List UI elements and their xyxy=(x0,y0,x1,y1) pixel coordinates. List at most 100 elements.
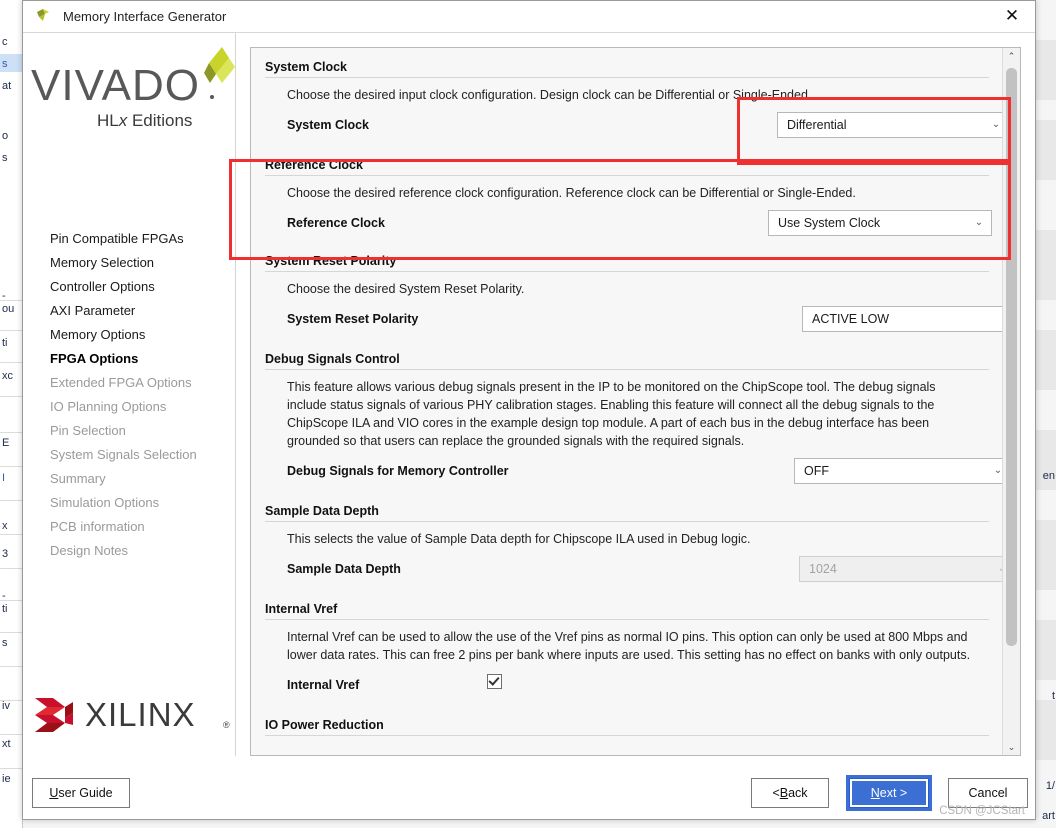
background-text-fragment: 1/ xyxy=(1045,780,1055,792)
sidebar-item-system-signals-selection: System Signals Selection xyxy=(50,447,197,462)
section-description: Choose the desired System Reset Polarity… xyxy=(287,282,525,296)
scrollbar-thumb[interactable] xyxy=(1006,68,1017,646)
vivado-period xyxy=(210,95,214,99)
wizard-sidebar: VIVADO HLx Editions Pin Compatible FPGAs… xyxy=(23,33,236,756)
internal-vref-checkbox[interactable] xyxy=(487,674,502,689)
background-text-fragment: x xyxy=(2,520,8,532)
back-label: ack xyxy=(788,786,808,800)
background-row-divider xyxy=(0,600,22,601)
system-clock-dropdown[interactable]: Differential ⌄ xyxy=(777,111,1003,138)
section-heading: Debug Signals Control xyxy=(265,352,400,366)
background-text-fragment: s xyxy=(2,152,8,164)
dialog-body: VIVADO HLx Editions Pin Compatible FPGAs… xyxy=(23,33,1035,756)
vivado-wordmark: VIVADO xyxy=(31,61,201,110)
sidebar-item-summary: Summary xyxy=(50,471,106,486)
background-text-fragment: ou xyxy=(2,303,15,315)
section-sample-data-depth: Sample Data Depth This selects the value… xyxy=(251,500,1003,582)
sidebar-item-fpga-options[interactable]: FPGA Options xyxy=(23,347,235,371)
user-guide-label: ser Guide xyxy=(58,786,113,800)
options-vertical-scrollbar[interactable]: ⌃ ⌄ xyxy=(1002,48,1020,755)
scroll-down-icon[interactable]: ⌄ xyxy=(1003,739,1020,755)
background-text-fragment: iv xyxy=(2,700,10,712)
background-text-fragment: s xyxy=(2,58,8,70)
section-divider xyxy=(265,175,989,176)
sidebar-item-axi-parameter[interactable]: AXI Parameter xyxy=(23,299,235,323)
section-heading: System Reset Polarity xyxy=(265,254,397,268)
background-text-fragment: xc xyxy=(2,370,13,382)
chevron-down-icon: ⌄ xyxy=(991,119,1001,130)
vivado-logo-icon xyxy=(35,8,55,25)
options-panel: System Clock Choose the desired input cl… xyxy=(236,33,1035,756)
field-label: Reference Clock xyxy=(287,215,385,230)
background-text-fragment: ti xyxy=(2,603,8,615)
sidebar-item-io-planning-options: IO Planning Options xyxy=(50,399,167,414)
sidebar-item-extended-fpga-options: Extended FPGA Options xyxy=(50,375,192,390)
dialog-title: Memory Interface Generator xyxy=(63,9,227,24)
debug-signals-dropdown[interactable]: OFF ⌄ xyxy=(794,457,1003,484)
sidebar-item-design-notes: Design Notes xyxy=(50,543,129,558)
section-internal-vref: Internal Vref Internal Vref can be used … xyxy=(251,598,1003,698)
background-text-fragment: I xyxy=(2,472,6,484)
field-label: System Clock xyxy=(287,117,369,132)
background-text-fragment: 3 xyxy=(2,548,9,560)
vivado-edition-label: HLx Editions xyxy=(97,111,193,130)
background-row-divider xyxy=(0,300,22,301)
xilinx-branding: XILINX ® xyxy=(23,682,235,756)
next-label: ext > xyxy=(879,786,908,800)
system-reset-polarity-dropdown[interactable]: ACTIVE LOW ⌄ xyxy=(802,305,1003,332)
cancel-button[interactable]: Cancel xyxy=(948,778,1028,808)
sidebar-item-memory-selection[interactable]: Memory Selection xyxy=(23,251,235,275)
field-debug-signals-memory-controller: Debug Signals for Memory Controller OFF … xyxy=(287,457,1003,484)
sidebar-item-pin-selection: Pin Selection xyxy=(50,423,126,438)
back-prefix: < xyxy=(772,786,780,800)
section-system-clock: System Clock Choose the desired input cl… xyxy=(251,56,1003,138)
background-row-divider xyxy=(0,362,22,363)
section-heading: Internal Vref xyxy=(265,602,338,616)
back-button[interactable]: < Back xyxy=(751,778,829,808)
dropdown-value: 1024 xyxy=(809,561,837,576)
watermark-text: CSDN @JCStart xyxy=(939,805,1025,817)
dropdown-value: ACTIVE LOW xyxy=(812,311,890,326)
background-row-divider xyxy=(0,330,22,331)
field-label: Sample Data Depth xyxy=(287,561,401,576)
field-label: Debug Signals for Memory Controller xyxy=(287,463,509,478)
user-guide-button[interactable]: User Guide xyxy=(32,778,130,808)
sidebar-item-controller-options[interactable]: Controller Options xyxy=(23,275,235,299)
xilinx-registered-mark: ® xyxy=(223,720,230,730)
reference-clock-dropdown[interactable]: Use System Clock ⌄ xyxy=(768,209,992,236)
field-reference-clock: Reference Clock Use System Clock ⌄ xyxy=(287,209,992,236)
chevron-down-icon: ⌄ xyxy=(993,465,1003,476)
options-content: System Clock Choose the desired input cl… xyxy=(251,48,1003,755)
section-io-power-reduction: IO Power Reduction xyxy=(251,714,1003,736)
background-row-divider xyxy=(0,500,22,501)
field-sample-data-depth: Sample Data Depth 1024 ⌄ xyxy=(287,555,1003,582)
sidebar-item-pin-compatible-fpgas[interactable]: Pin Compatible FPGAs xyxy=(23,227,235,251)
section-divider xyxy=(265,735,989,736)
background-text-fragment: ie xyxy=(2,773,11,785)
next-button[interactable]: Next > xyxy=(849,778,929,808)
section-description: This selects the value of Sample Data de… xyxy=(287,532,751,546)
section-divider xyxy=(265,619,989,620)
background-row-divider xyxy=(0,466,22,467)
background-row-divider xyxy=(0,768,22,769)
background-row-divider xyxy=(0,534,22,535)
user-guide-accel: U xyxy=(49,786,59,800)
close-icon[interactable]: ✕ xyxy=(989,1,1035,31)
section-system-reset-polarity: System Reset Polarity Choose the desired… xyxy=(251,250,1003,332)
sidebar-item-memory-options[interactable]: Memory Options xyxy=(23,323,235,347)
field-internal-vref: Internal Vref xyxy=(287,671,989,698)
background-row-divider xyxy=(0,568,22,569)
background-text-fragment: art xyxy=(1042,810,1055,822)
dropdown-value: Use System Clock xyxy=(778,215,881,230)
section-divider xyxy=(265,521,989,522)
background-text-fragment: at xyxy=(2,80,12,92)
next-accel: N xyxy=(870,786,880,800)
scroll-up-icon[interactable]: ⌃ xyxy=(1003,48,1020,64)
section-heading: Sample Data Depth xyxy=(265,504,379,518)
section-debug-signals-control: Debug Signals Control This feature allow… xyxy=(251,348,1003,484)
section-heading: System Clock xyxy=(265,60,347,74)
dropdown-value: Differential xyxy=(787,117,847,132)
field-label: Internal Vref xyxy=(287,677,360,692)
section-description: Choose the desired input clock configura… xyxy=(287,88,812,102)
background-row-divider xyxy=(0,700,22,701)
